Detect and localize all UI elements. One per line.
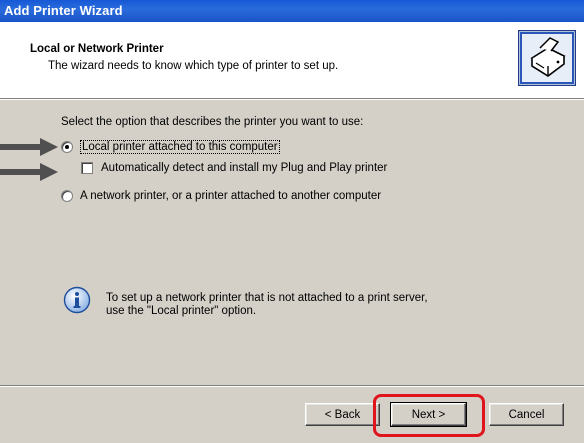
back-button[interactable]: < Back <box>305 403 380 426</box>
footer-divider <box>0 385 584 387</box>
autodetect-label[interactable]: Automatically detect and install my Plug… <box>101 162 387 174</box>
arrow-annotation-icon <box>0 138 58 156</box>
autodetect-option[interactable]: Automatically detect and install my Plug… <box>81 162 387 174</box>
info-line-1: To set up a network printer that is not … <box>106 292 428 304</box>
arrow-annotation-icon <box>0 163 58 181</box>
option-prompt: Select the option that describes the pri… <box>61 116 364 128</box>
info-icon <box>63 286 91 314</box>
header-subtitle: The wizard needs to know which type of p… <box>48 60 339 72</box>
local-printer-radio[interactable] <box>61 141 73 153</box>
header-title: Local or Network Printer <box>30 43 164 55</box>
network-printer-option[interactable]: A network printer, or a printer attached… <box>61 190 381 202</box>
wizard-header: Local or Network Printer The wizard need… <box>0 22 584 98</box>
cancel-button[interactable]: Cancel <box>489 403 564 426</box>
network-printer-radio[interactable] <box>61 190 73 202</box>
info-note: To set up a network printer that is not … <box>106 292 428 318</box>
network-printer-label[interactable]: A network printer, or a printer attached… <box>80 190 381 202</box>
local-printer-option[interactable]: Local printer attached to this computer <box>61 140 280 154</box>
next-highlight-annotation <box>373 394 485 437</box>
autodetect-checkbox[interactable] <box>81 162 93 174</box>
local-printer-label[interactable]: Local printer attached to this computer <box>80 140 280 154</box>
printer-icon <box>518 30 576 86</box>
wizard-body: Select the option that describes the pri… <box>0 100 584 385</box>
window-title: Add Printer Wizard <box>0 0 584 22</box>
info-line-2: use the "Local printer" option. <box>106 305 257 317</box>
